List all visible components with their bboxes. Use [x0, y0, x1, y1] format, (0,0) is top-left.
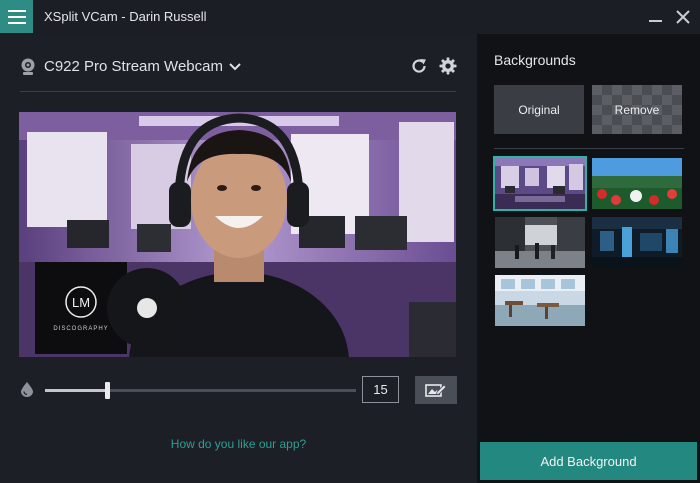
album-logo-text: LM: [72, 295, 90, 310]
original-background-option[interactable]: Original: [494, 85, 584, 134]
add-background-label: Add Background: [540, 453, 637, 469]
minimize-button[interactable]: [647, 8, 665, 26]
preview-image: LM DISCOGRAPHY: [19, 112, 456, 357]
chevron-down-icon: [229, 62, 241, 70]
add-background-button[interactable]: Add Background: [480, 442, 697, 480]
gear-icon[interactable]: [439, 57, 457, 75]
office-blue-image: [592, 217, 682, 268]
edit-background-button[interactable]: [415, 376, 457, 404]
hamburger-icon-bar: [7, 21, 26, 24]
blur-drop-icon: [21, 382, 33, 397]
backgrounds-divider: [494, 148, 684, 149]
edit-image-icon: [425, 384, 447, 397]
webcam-icon: [21, 58, 35, 75]
hamburger-icon-bar: [7, 15, 26, 18]
hamburger-icon-bar: [7, 9, 26, 12]
header-divider: [20, 91, 456, 92]
close-icon: [676, 10, 690, 24]
camera-select-label: C922 Pro Stream Webcam: [44, 58, 223, 75]
background-thumbnail-cafe[interactable]: [495, 275, 585, 326]
close-button[interactable]: [674, 8, 692, 26]
window-title: XSplit VCam - Darin Russell: [44, 9, 207, 24]
background-thumbnail-studio[interactable]: [493, 156, 587, 211]
background-thumbnail-street[interactable]: [495, 217, 585, 268]
tulips-image: [592, 158, 682, 209]
cafe-image: [495, 275, 585, 326]
background-thumbnail-tulips[interactable]: [592, 158, 682, 209]
album-subtitle-text: DISCOGRAPHY: [53, 326, 108, 332]
blur-value-field[interactable]: 15: [362, 376, 399, 403]
original-label: Original: [518, 102, 560, 117]
hamburger-menu-button[interactable]: [0, 0, 33, 33]
feedback-link[interactable]: How do you like our app?: [0, 437, 477, 451]
backgrounds-panel: Backgrounds Original Remove Add Backgrou…: [477, 34, 700, 483]
title-bar: XSplit VCam - Darin Russell: [0, 0, 700, 34]
camera-select-dropdown[interactable]: C922 Pro Stream Webcam: [44, 58, 241, 75]
studio-image: [495, 158, 585, 209]
refresh-icon[interactable]: [410, 57, 428, 75]
blur-slider-thumb[interactable]: [105, 382, 110, 399]
webcam-preview: LM DISCOGRAPHY: [19, 112, 456, 357]
blur-slider-fill: [45, 389, 107, 392]
street-image: [495, 217, 585, 268]
remove-label: Remove: [614, 102, 660, 117]
background-thumbnail-office-blue[interactable]: [592, 217, 682, 268]
remove-background-option[interactable]: Remove: [592, 85, 682, 134]
blur-slider[interactable]: [45, 382, 356, 399]
backgrounds-title: Backgrounds: [494, 52, 576, 68]
camera-panel: C922 Pro Stream Webcam LM DISCOGRAPHY 15…: [0, 34, 477, 483]
